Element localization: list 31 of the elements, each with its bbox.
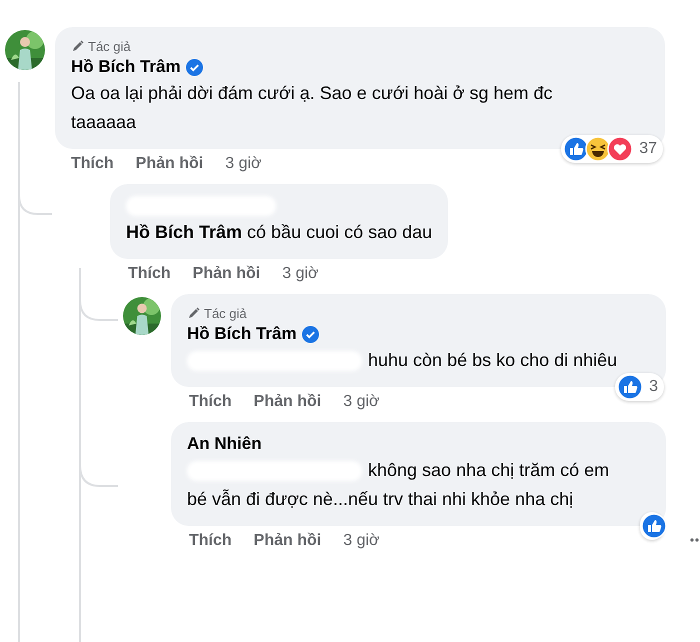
timestamp[interactable]: 3 giờ xyxy=(225,155,262,174)
comment-text: Hồ Bích Trâm có bầu cuoi có sao dau xyxy=(126,222,432,242)
more-icon[interactable] xyxy=(690,537,700,543)
comment-text: huhu còn bé bs ko cho di nhiêu xyxy=(368,350,618,370)
pen-icon xyxy=(187,306,201,320)
author-label: Tác giả xyxy=(88,38,131,54)
timestamp[interactable]: 3 giờ xyxy=(343,393,380,412)
author-name[interactable]: Hồ Bích Trâm xyxy=(187,324,297,344)
like-link[interactable]: Thích xyxy=(71,155,114,174)
like-link[interactable]: Thích xyxy=(189,393,232,412)
laughing-emoji-icon xyxy=(585,136,612,162)
like-link[interactable]: Thích xyxy=(189,532,232,551)
author-label: Tác giả xyxy=(204,306,247,320)
reply-link[interactable]: Phản hồi xyxy=(136,155,204,174)
like-icon xyxy=(617,374,644,400)
author-name[interactable]: Hồ Bích Trâm xyxy=(71,57,181,77)
timestamp[interactable]: 3 giờ xyxy=(343,532,380,551)
reply-link[interactable]: Phản hồi xyxy=(254,393,322,412)
like-link[interactable]: Thích xyxy=(128,265,171,284)
pen-icon xyxy=(71,39,85,53)
like-icon xyxy=(563,136,590,162)
reply-link[interactable]: Phản hồi xyxy=(254,532,322,551)
comment-text: không sao nha chị trăm có em bé vẫn đi được nè...nếu trv thai nhi khỏe nha chị xyxy=(187,460,610,509)
comment-text: Oa oa lại phải dời đám cưới ạ. Sao e cưới hoài ở sg hem đc taaaaaa xyxy=(71,83,553,132)
reaction-summary[interactable]: 37 xyxy=(561,135,663,163)
reaction-summary[interactable]: 3 xyxy=(615,373,664,401)
like-icon xyxy=(641,513,667,539)
author-name[interactable]: An Nhiên xyxy=(187,434,262,454)
timestamp[interactable]: 3 giờ xyxy=(282,265,319,284)
reaction-summary[interactable] xyxy=(640,512,664,540)
reply-link[interactable]: Phản hồi xyxy=(192,265,260,284)
